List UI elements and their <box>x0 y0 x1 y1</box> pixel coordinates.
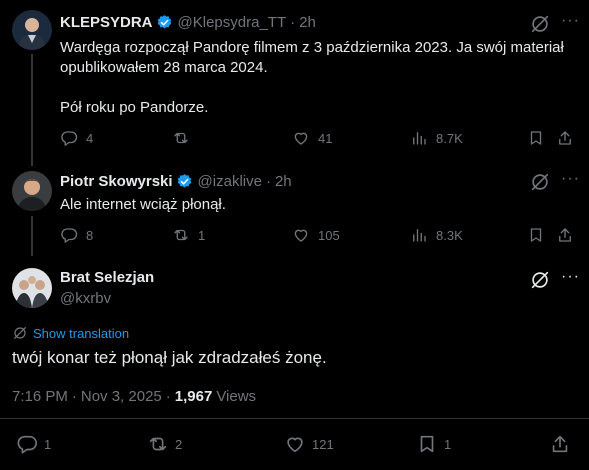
repost-count: 2 <box>175 436 183 452</box>
more-icon[interactable]: ··· <box>561 170 580 188</box>
avatar-skowyrski[interactable] <box>12 171 52 211</box>
reply-button[interactable]: 8 <box>60 226 93 244</box>
views-count: 8.3K <box>436 227 463 243</box>
reply-icon <box>17 435 37 454</box>
like-count: 121 <box>312 436 334 452</box>
separator: · <box>71 388 77 405</box>
author-handle[interactable]: @Klepsydra_TT <box>178 14 287 31</box>
translate-icon <box>14 327 26 339</box>
tweet-text-line: opublikowałem 28 marca 2024. <box>60 59 268 76</box>
author-handle[interactable]: @kxrbv <box>60 290 111 307</box>
timestamp[interactable]: 2h <box>275 173 292 190</box>
views-icon <box>413 132 426 145</box>
bookmark-button[interactable]: 1 <box>416 433 451 455</box>
verified-icon <box>157 15 171 29</box>
author-handle[interactable]: @izaklive <box>198 173 262 190</box>
thread-line <box>31 54 33 166</box>
views-button[interactable]: 8.7K <box>410 129 463 147</box>
like-button[interactable]: 41 <box>292 129 332 147</box>
post-time[interactable]: 7:16 PM <box>12 388 68 405</box>
like-button[interactable]: 105 <box>292 226 340 244</box>
thread-line <box>31 216 33 256</box>
show-translation-row[interactable]: Show translation <box>12 325 129 341</box>
repost-button[interactable]: 1 <box>172 226 205 244</box>
tweet-text-line: Wardęga rozpoczął Pandorę filmem z 3 paź… <box>60 39 564 56</box>
tweet-2-header: Piotr Skowyrski @izaklive · 2h <box>60 173 292 190</box>
verified-icon <box>177 174 191 188</box>
separator: · <box>290 14 296 31</box>
views-icon <box>413 229 426 242</box>
divider <box>0 418 589 419</box>
author-name[interactable]: KLEPSYDRA <box>60 14 153 31</box>
like-count: 41 <box>318 130 333 146</box>
views-total: 1,967 <box>174 388 213 405</box>
separator: · <box>165 388 171 405</box>
tweet-1-text: Wardęga rozpoczął Pandorę filmem z 3 paź… <box>60 38 580 118</box>
reply-icon <box>61 131 78 146</box>
timestamp[interactable]: 2h <box>299 14 316 31</box>
repost-icon <box>149 437 167 451</box>
views-label: Views <box>216 388 257 405</box>
bookmark-count: 1 <box>444 436 452 452</box>
main-tweet-text: twój konar też płonął jak zdradzałeś żon… <box>12 348 327 367</box>
share-icon <box>552 435 568 453</box>
repost-icon <box>174 132 188 144</box>
like-count: 105 <box>318 227 340 243</box>
views-count: 8.7K <box>436 130 463 146</box>
repost-button[interactable] <box>172 129 190 147</box>
views-button[interactable]: 8.3K <box>410 226 463 244</box>
share-button[interactable] <box>549 433 571 455</box>
separator: · <box>265 173 271 190</box>
avatar-brat-selezjan[interactable] <box>12 268 52 308</box>
main-author-name-wrap: Brat Selezjan <box>60 269 154 287</box>
tweet-text-line: Pół roku po Pandorze. <box>60 99 209 116</box>
reply-button[interactable]: 1 <box>16 433 51 455</box>
repost-icon <box>174 229 188 241</box>
post-date[interactable]: Nov 3, 2025 <box>81 388 162 405</box>
bookmark-icon <box>530 228 542 242</box>
show-translation-link[interactable]: Show translation <box>33 326 129 341</box>
author-name[interactable]: Piotr Skowyrski <box>60 173 173 190</box>
repost-count: 1 <box>198 227 206 243</box>
like-icon <box>294 132 308 145</box>
bookmark-button[interactable] <box>527 129 545 147</box>
reply-icon <box>61 228 78 243</box>
bookmark-icon <box>420 435 434 453</box>
author-name[interactable]: Brat Selezjan <box>60 269 154 286</box>
tweet-2-text: Ale internet wciąż płonął. <box>60 196 226 213</box>
share-button[interactable] <box>556 129 574 147</box>
more-icon[interactable]: ··· <box>561 12 580 30</box>
reply-count: 4 <box>86 130 94 146</box>
like-icon <box>287 437 303 453</box>
like-button[interactable]: 121 <box>284 433 334 455</box>
tweet-meta: 7:16 PM · Nov 3, 2025 · 1,967 Views <box>12 388 256 405</box>
bookmark-icon <box>530 131 542 145</box>
more-icon[interactable]: ··· <box>561 268 580 286</box>
share-button[interactable] <box>556 226 574 244</box>
like-icon <box>294 229 308 242</box>
reply-button[interactable]: 4 <box>60 129 93 147</box>
tweet-1-header: KLEPSYDRA @Klepsydra_TT · 2h <box>60 14 316 31</box>
grok-icon[interactable] <box>529 171 551 193</box>
reply-count: 1 <box>44 436 52 452</box>
reply-count: 8 <box>86 227 94 243</box>
repost-button[interactable]: 2 <box>147 433 182 455</box>
avatar-klepsydra[interactable] <box>12 10 52 50</box>
bookmark-button[interactable] <box>527 226 545 244</box>
share-icon <box>559 131 571 145</box>
grok-icon[interactable] <box>529 269 551 291</box>
share-icon <box>559 228 571 242</box>
grok-icon[interactable] <box>529 13 551 35</box>
